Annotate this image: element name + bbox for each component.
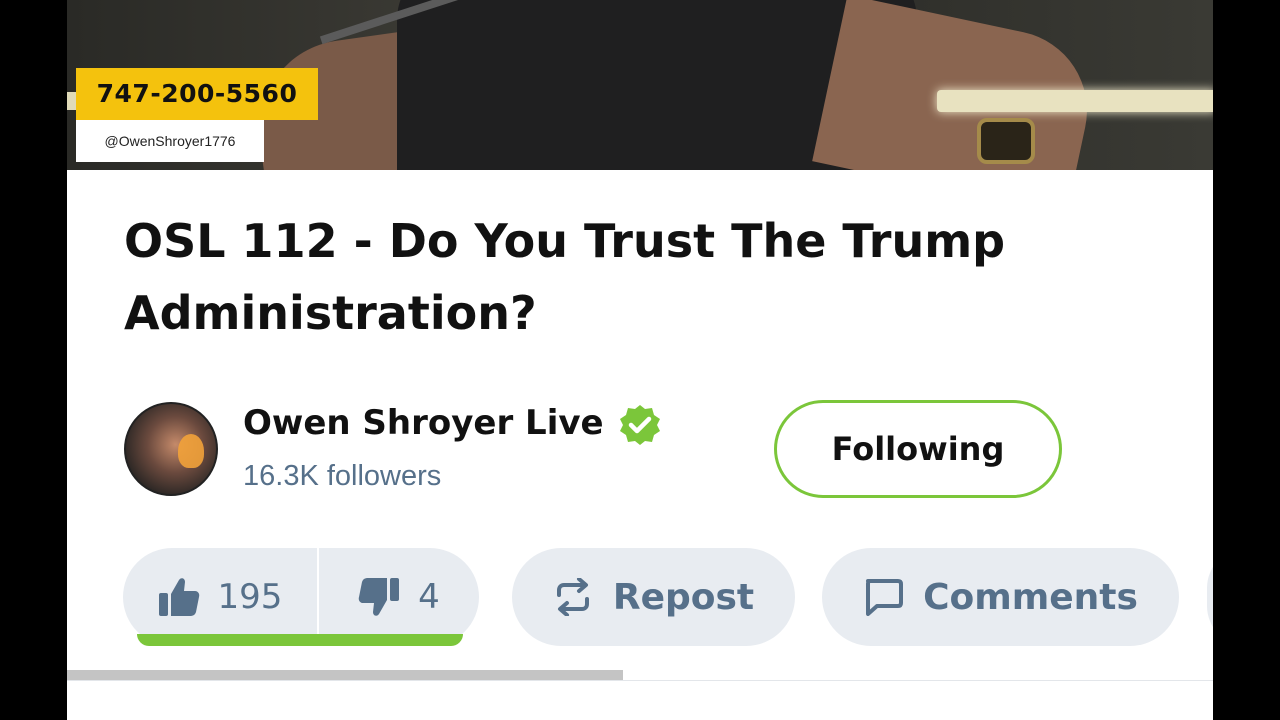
social-handle-badge: @OwenShroyer1776 (76, 120, 264, 162)
comment-icon (863, 578, 904, 616)
comments-button[interactable]: Comments (822, 548, 1179, 646)
verified-check-icon (618, 403, 662, 447)
thumbs-down-icon (358, 577, 400, 617)
video-player[interactable]: 747-200-5560 @OwenShroyer1776 (67, 0, 1213, 170)
playback-progress-fill (67, 670, 623, 680)
video-page: 747-200-5560 @OwenShroyer1776 OSL 112 - … (67, 0, 1213, 720)
channel-name[interactable]: Owen Shroyer Live (243, 400, 604, 446)
video-figure-watch (977, 118, 1035, 164)
like-button[interactable]: 195 (123, 548, 319, 646)
following-button[interactable]: Following (774, 400, 1062, 498)
follower-count: 16.3K followers (243, 460, 442, 492)
repost-icon (553, 578, 593, 616)
like-count: 195 (217, 577, 283, 617)
thumbs-up-icon (158, 577, 200, 617)
divider (67, 680, 1213, 681)
more-actions-button[interactable] (1207, 548, 1213, 646)
video-title: OSL 112 - Do You Trust The Trump Adminis… (124, 214, 1006, 340)
dislike-count: 4 (418, 577, 440, 617)
repost-button[interactable]: Repost (512, 548, 795, 646)
channel-avatar[interactable] (124, 402, 218, 496)
vote-ratio-bar (137, 634, 463, 646)
dislike-button[interactable]: 4 (319, 548, 479, 646)
playback-progress[interactable] (67, 670, 1213, 680)
phone-number-badge: 747-200-5560 (76, 68, 318, 120)
video-figure-arm (812, 0, 1102, 170)
repost-label: Repost (612, 576, 755, 618)
avatar-flame (178, 434, 204, 468)
background-light (937, 90, 1213, 112)
vote-pill: 195 4 (123, 548, 479, 646)
comments-label: Comments (923, 576, 1138, 618)
